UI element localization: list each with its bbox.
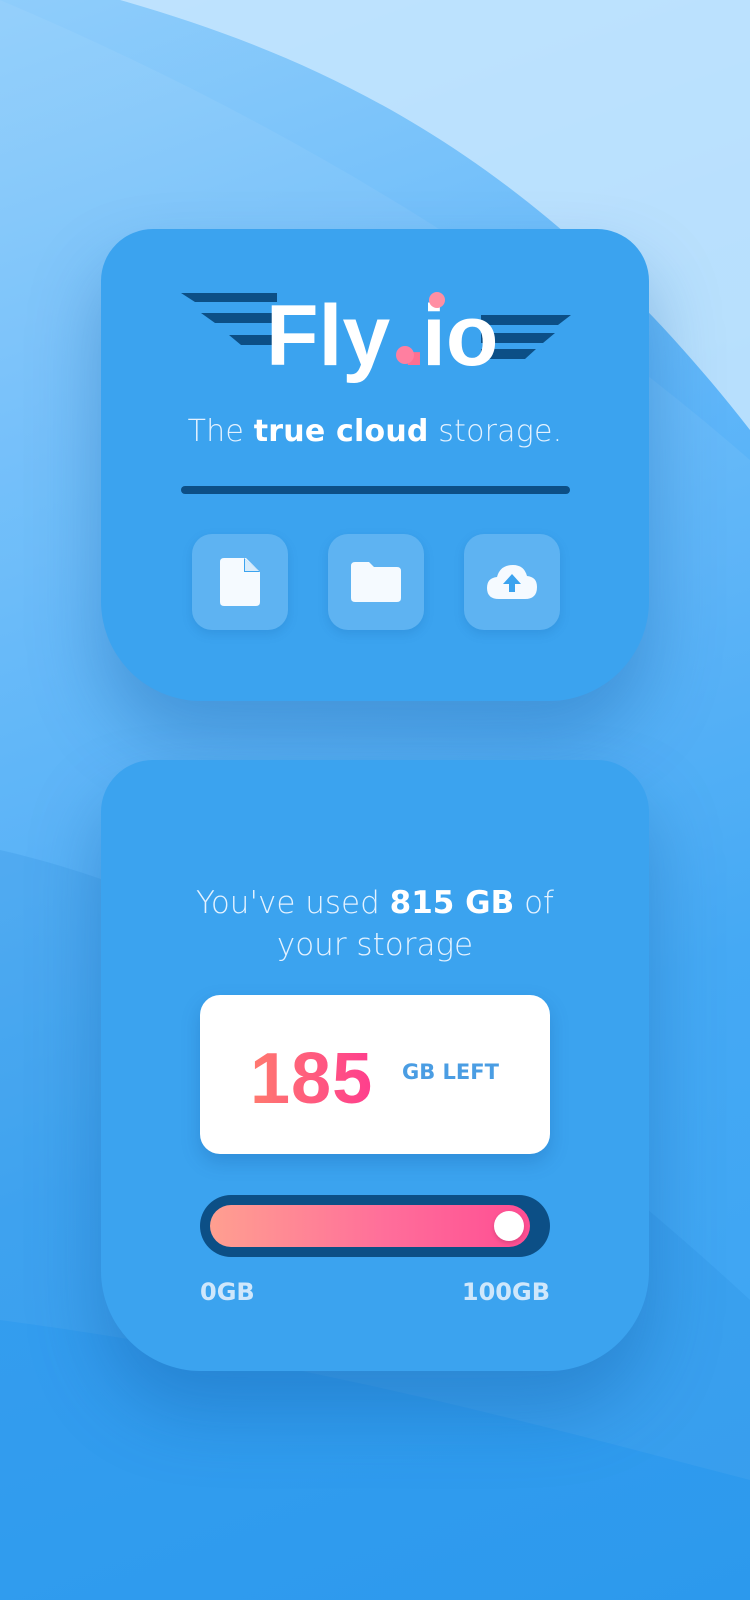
cloud-upload-icon — [487, 565, 537, 599]
storage-card: You've used 815 GB of your storage 185 G… — [101, 760, 649, 1371]
storage-slider[interactable] — [200, 1195, 550, 1257]
remaining-panel: 185 GB LEFT — [200, 995, 550, 1154]
left-wing-icon — [181, 293, 277, 345]
remaining-label: GB LEFT — [402, 1060, 499, 1084]
file-button[interactable] — [192, 534, 288, 630]
tagline: The true cloud storage. — [101, 414, 649, 449]
scale-max-label: 100GB — [461, 1278, 550, 1306]
folder-button[interactable] — [328, 534, 424, 630]
scale-min-label: 0GB — [200, 1278, 255, 1306]
usage-line2: your storage — [276, 927, 474, 963]
brand-i-dot-icon — [429, 292, 445, 308]
tagline-suffix: storage. — [428, 414, 563, 449]
remaining-number: 185 — [250, 1039, 373, 1115]
slider-thumb[interactable] — [494, 1211, 524, 1241]
upload-button[interactable] — [464, 534, 560, 630]
usage-suffix: of — [514, 885, 554, 921]
flyio-logo: Fly . io — [181, 289, 571, 384]
tagline-prefix: The — [187, 414, 254, 449]
remaining-number-text: 185 — [250, 1039, 373, 1115]
slider-fill — [210, 1205, 530, 1247]
usage-summary: You've used 815 GB of your storage — [101, 882, 649, 966]
brand-name-primary: Fly — [266, 289, 390, 384]
tagline-emphasis: true cloud — [253, 414, 429, 449]
brand-dot-icon — [396, 346, 414, 364]
brand-card: Fly . io The true cloud storage. — [101, 229, 649, 701]
folder-icon — [351, 562, 401, 602]
file-icon — [220, 558, 260, 606]
usage-amount: 815 GB — [389, 885, 515, 921]
divider — [181, 486, 570, 494]
usage-prefix: You've used — [196, 885, 390, 921]
